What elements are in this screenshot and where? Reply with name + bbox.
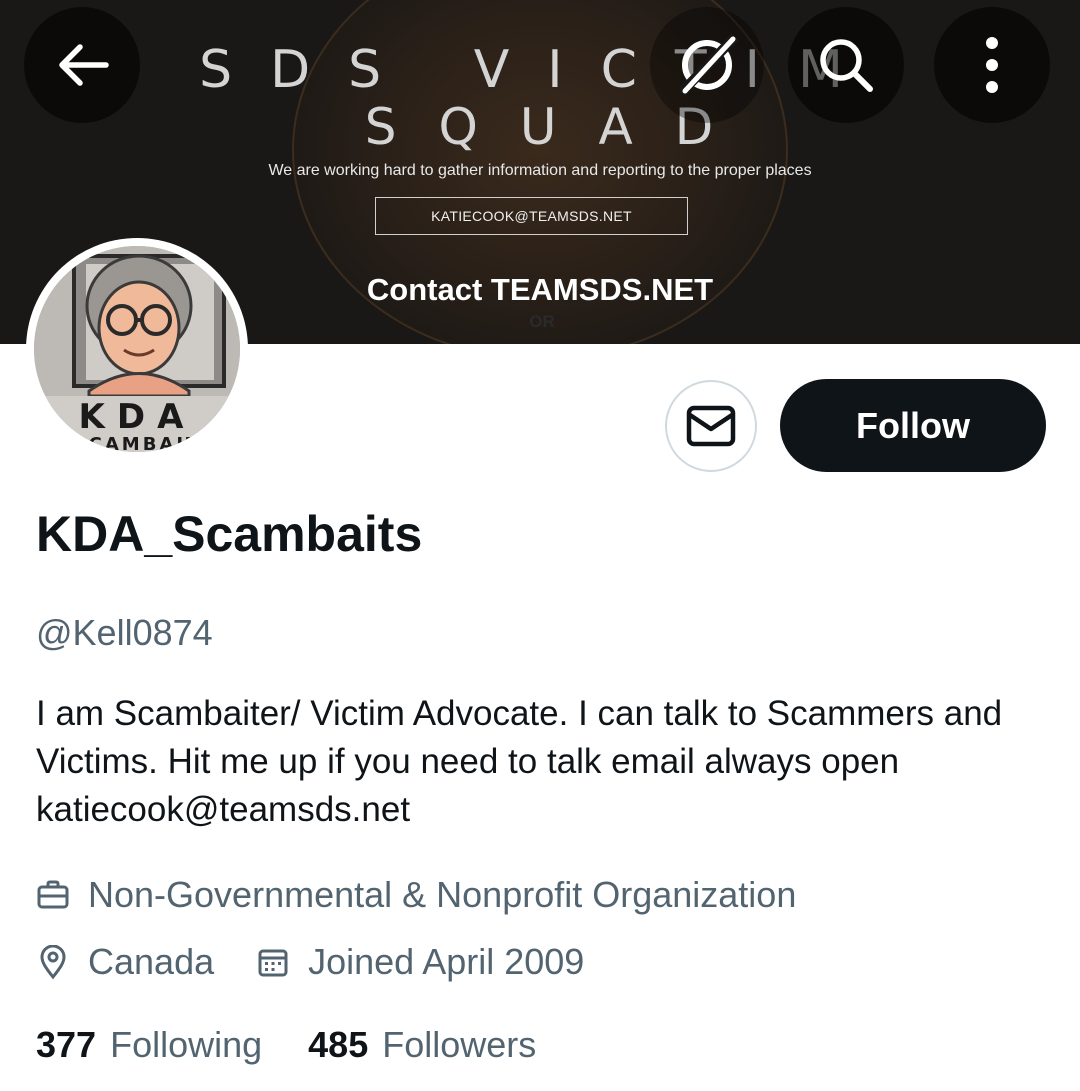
followers-label: Followers	[382, 1024, 537, 1065]
more-options-button[interactable]	[934, 7, 1050, 123]
search-icon	[820, 39, 873, 92]
grok-icon	[677, 33, 739, 97]
location-pin-icon	[36, 945, 70, 979]
following-link[interactable]: 377 Following	[36, 1024, 262, 1066]
followers-count: 485	[308, 1024, 369, 1065]
search-button[interactable]	[788, 7, 904, 123]
back-button[interactable]	[24, 7, 140, 123]
banner-tagline: We are working hard to gather informatio…	[268, 162, 812, 179]
avatar-illustration: KDA SCAMBAIT	[34, 246, 240, 452]
banner-email-box: KATIECOOK@TEAMSDS.NET	[375, 197, 688, 235]
envelope-icon	[686, 405, 736, 447]
profile-category[interactable]: Non-Governmental & Nonprofit Organizatio…	[88, 874, 796, 916]
profile-bio: I am Scambaiter/ Victim Advocate. I can …	[36, 694, 1003, 829]
avatar-image: KDA SCAMBAIT	[34, 246, 240, 452]
follow-stats: 377 Following 485 Followers	[36, 1024, 536, 1066]
avatar-caption-line2: SCAMBAIT	[73, 434, 202, 452]
more-vertical-icon	[986, 37, 998, 93]
profile-avatar[interactable]: KDA SCAMBAIT	[26, 238, 248, 460]
calendar-icon	[256, 945, 290, 979]
message-button[interactable]	[665, 380, 757, 472]
banner-title-line1: SDS VICTIM	[199, 40, 881, 100]
user-handle: @Kell0874	[36, 612, 213, 653]
following-label: Following	[110, 1024, 263, 1065]
profile-location: Canada	[88, 941, 215, 982]
grok-button[interactable]	[650, 7, 764, 123]
arrow-left-icon	[59, 44, 109, 86]
avatar-caption-line1: KDA	[79, 397, 196, 437]
follow-button[interactable]: Follow	[780, 379, 1046, 472]
followers-link[interactable]: 485 Followers	[308, 1024, 536, 1066]
profile-category-row: Non-Governmental & Nonprofit Organizatio…	[36, 874, 796, 916]
banner-title-line2: SQUAD	[364, 98, 756, 156]
following-count: 377	[36, 1024, 97, 1065]
briefcase-icon	[36, 878, 70, 912]
profile-meta-row: Canada Joined April 2009	[36, 941, 584, 983]
profile-joined-date: Joined April 2009	[308, 941, 585, 982]
display-name: KDA_Scambaits	[36, 506, 423, 562]
